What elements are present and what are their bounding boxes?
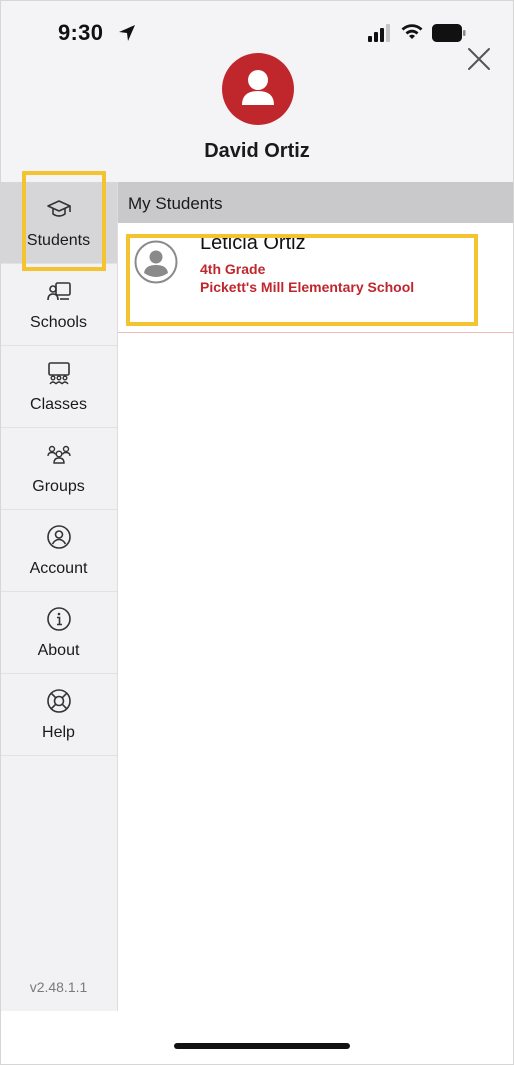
- user-icon: [242, 70, 274, 105]
- battery-icon: [432, 24, 466, 42]
- sidebar-item-label: Account: [29, 560, 88, 577]
- list-item[interactable]: Leticia Ortiz 4th Grade Pickett's Mill E…: [118, 224, 514, 333]
- status-bar: 9:30: [0, 0, 514, 60]
- sidebar-item-label: About: [37, 642, 80, 659]
- section-header: My Students: [118, 182, 514, 223]
- cellular-signal-icon: [368, 24, 390, 42]
- sidebar-item-help[interactable]: Help: [0, 674, 117, 756]
- sidebar-item-label: Schools: [30, 314, 87, 331]
- help-lifebuoy-icon: [47, 689, 71, 713]
- account-icon: [47, 525, 71, 549]
- section-title: My Students: [128, 194, 223, 213]
- sidebar-item-schools[interactable]: Schools: [0, 264, 117, 346]
- close-icon[interactable]: [466, 46, 492, 72]
- student-name: Leticia Ortiz: [200, 232, 306, 254]
- wifi-icon: [401, 24, 423, 39]
- profile-name: David Ortiz: [204, 140, 310, 162]
- student-grade: 4th Grade: [200, 261, 266, 277]
- student-school: Pickett's Mill Elementary School: [200, 279, 415, 295]
- sidebar-nav: Students Schools Classes Groups Account …: [0, 182, 118, 1011]
- status-time: 9:30: [58, 20, 104, 45]
- sidebar-item-about[interactable]: About: [0, 592, 117, 674]
- info-icon: [47, 607, 71, 631]
- graduation-cap-icon: [47, 200, 71, 217]
- school-icon: [47, 282, 71, 301]
- sidebar-item-label: Classes: [30, 396, 87, 413]
- sidebar-item-label: Students: [26, 232, 91, 249]
- home-indicator[interactable]: [174, 1043, 350, 1049]
- avatar[interactable]: [222, 53, 294, 125]
- student-avatar-icon: [134, 240, 178, 284]
- profile-header: 9:30 David Ortiz: [0, 0, 514, 182]
- sidebar-item-classes[interactable]: Classes: [0, 346, 117, 428]
- group-icon: [47, 445, 71, 464]
- location-arrow-icon: [119, 25, 135, 41]
- sidebar-item-students[interactable]: Students: [0, 182, 117, 264]
- sidebar-item-label: Help: [42, 724, 75, 741]
- sidebar-item-account[interactable]: Account: [0, 510, 117, 592]
- main-content: My Students Leticia Ortiz 4th Grade Pick…: [118, 182, 514, 1011]
- home-indicator-area: [0, 1011, 514, 1065]
- app-version: v2.48.1.1: [29, 979, 88, 995]
- sidebar-item-label: Groups: [32, 478, 85, 495]
- sidebar-item-groups[interactable]: Groups: [0, 428, 117, 510]
- classroom-icon: [48, 362, 70, 385]
